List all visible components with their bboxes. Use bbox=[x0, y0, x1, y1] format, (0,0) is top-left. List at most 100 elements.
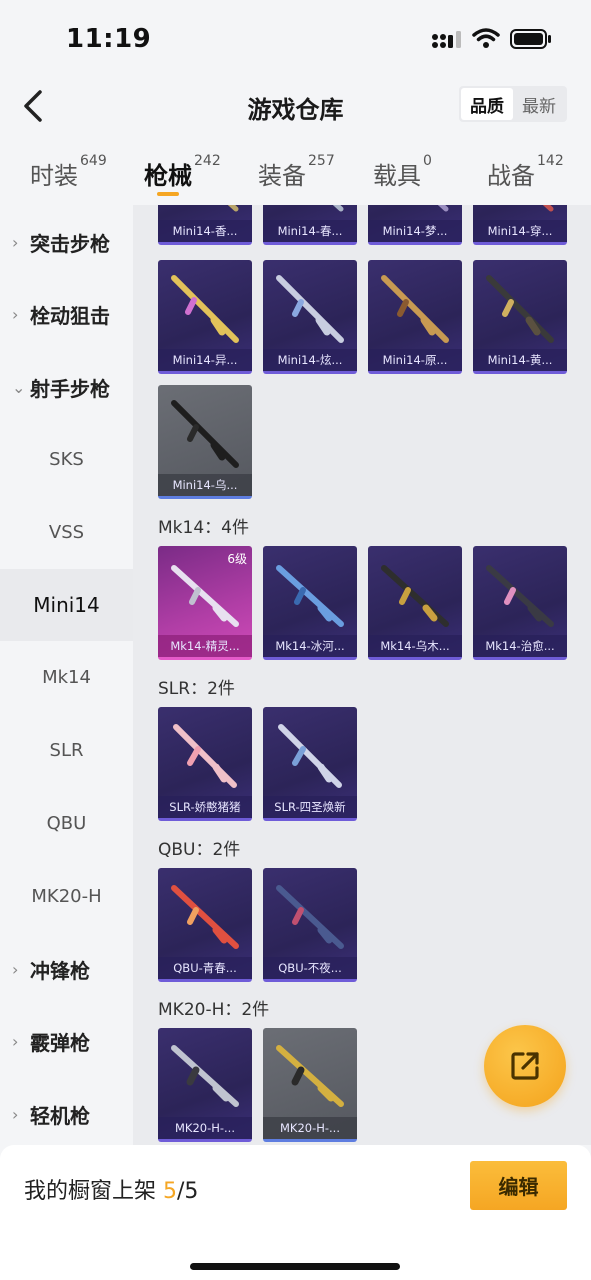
item-name: Mini14-香... bbox=[158, 220, 252, 242]
section-header-slr: SLR：2件 bbox=[158, 679, 235, 699]
tab-label: 装备 bbox=[258, 162, 306, 190]
tab-count: 142 bbox=[537, 153, 564, 169]
sidebar-item-bolt-action[interactable]: › 栓动狙击 bbox=[0, 278, 133, 350]
tab-supplies[interactable]: 战备142 bbox=[487, 153, 564, 191]
bottom-bar: 我的橱窗上架 5/5 编辑 bbox=[0, 1145, 591, 1280]
tab-firearms[interactable]: 枪械242 bbox=[144, 153, 221, 191]
item-card[interactable]: Mini14-梦... bbox=[368, 205, 462, 245]
tab-count: 649 bbox=[80, 153, 107, 169]
sidebar-item-marksman-rifles[interactable]: ⌄ 射手步枪 bbox=[0, 351, 133, 423]
item-name: Mk14-乌木... bbox=[368, 635, 462, 657]
item-name: Mini14-异... bbox=[158, 349, 252, 371]
rifle-icon bbox=[171, 565, 239, 627]
item-name: QBU-青春... bbox=[158, 957, 252, 979]
chevron-right-icon: › bbox=[12, 1104, 19, 1124]
item-card[interactable]: Mini14-春... bbox=[263, 205, 357, 245]
sidebar-item-label: 霰弹枪 bbox=[30, 1030, 90, 1055]
item-name: SLR-娇憨猪猪 bbox=[158, 796, 252, 818]
wifi-icon bbox=[472, 28, 500, 48]
sidebar-item-smg[interactable]: › 冲锋枪 bbox=[0, 933, 133, 1005]
cellular-signal-icon bbox=[432, 31, 461, 48]
tab-count: 242 bbox=[194, 153, 221, 169]
nav-header: 游戏仓库 品质 最新 bbox=[0, 78, 591, 134]
item-card[interactable]: Mini14-香... bbox=[158, 205, 252, 245]
tab-active-indicator bbox=[157, 192, 179, 196]
rifle-icon bbox=[486, 275, 554, 343]
item-name: Mini14-原... bbox=[368, 349, 462, 371]
status-time: 11:19 bbox=[66, 24, 152, 54]
rifle-icon bbox=[276, 565, 344, 627]
rifle-icon bbox=[171, 275, 239, 343]
sidebar-item-label: 栓动狙击 bbox=[30, 303, 110, 328]
item-card[interactable]: QBU-不夜... bbox=[263, 868, 357, 982]
rifle-icon bbox=[278, 724, 342, 788]
item-card[interactable]: Mini14-异... bbox=[158, 260, 252, 374]
sidebar-item-assault-rifles[interactable]: › 突击步枪 bbox=[0, 206, 133, 278]
item-card[interactable]: MK20-H-... bbox=[263, 1028, 357, 1142]
item-card[interactable]: MK20-H-... bbox=[158, 1028, 252, 1142]
item-name: QBU-不夜... bbox=[263, 957, 357, 979]
rifle-icon bbox=[276, 1045, 344, 1107]
chevron-right-icon: › bbox=[12, 1031, 19, 1051]
tab-vehicles[interactable]: 载具0 bbox=[373, 153, 432, 191]
rifle-icon bbox=[437, 205, 449, 212]
item-card[interactable]: Mini14-炫... bbox=[263, 260, 357, 374]
showcase-status: 我的橱窗上架 5/5 bbox=[24, 1173, 198, 1205]
rifle-icon bbox=[276, 885, 344, 949]
item-card[interactable]: 6级 Mk14-精灵... bbox=[158, 546, 252, 660]
sidebar-item-lmg[interactable]: › 轻机枪 bbox=[0, 1078, 133, 1145]
sidebar-item-vss[interactable]: VSS bbox=[0, 496, 133, 568]
tab-count: 257 bbox=[308, 153, 335, 169]
rifle-icon bbox=[173, 724, 237, 788]
sidebar-item-mk14[interactable]: Mk14 bbox=[0, 641, 133, 713]
sidebar-item-label: 射手步枪 bbox=[30, 376, 110, 401]
item-card[interactable]: Mini14-穿... bbox=[473, 205, 567, 245]
chevron-right-icon: › bbox=[12, 232, 19, 252]
sidebar-item-label: 轻机枪 bbox=[30, 1103, 90, 1128]
rifle-icon bbox=[486, 565, 554, 627]
item-card[interactable]: Mk14-乌木... bbox=[368, 546, 462, 660]
item-card[interactable]: QBU-青春... bbox=[158, 868, 252, 982]
sort-newest-button[interactable]: 最新 bbox=[513, 88, 565, 120]
chevron-right-icon: › bbox=[12, 304, 19, 324]
home-indicator bbox=[190, 1263, 400, 1270]
sidebar-item-mini14[interactable]: Mini14 bbox=[0, 569, 133, 641]
tab-label: 战备 bbox=[487, 162, 535, 190]
sidebar-item-mk20h[interactable]: MK20-H bbox=[0, 860, 133, 932]
tab-equipment[interactable]: 装备257 bbox=[258, 153, 335, 191]
status-bar: 11:19 bbox=[0, 0, 591, 78]
rifle-icon bbox=[332, 205, 344, 212]
sidebar-item-shotguns[interactable]: › 霰弹枪 bbox=[0, 1005, 133, 1077]
item-card[interactable]: Mk14-冰河... bbox=[263, 546, 357, 660]
battery-icon bbox=[510, 29, 551, 49]
tab-label: 时装 bbox=[30, 162, 78, 190]
section-header-qbu: QBU：2件 bbox=[158, 840, 241, 860]
item-card[interactable]: SLR-四圣焕新 bbox=[263, 707, 357, 821]
tab-fashion[interactable]: 时装649 bbox=[30, 153, 107, 191]
tab-count: 0 bbox=[423, 153, 432, 169]
chevron-down-icon: ⌄ bbox=[12, 377, 26, 397]
sidebar-item-slr[interactable]: SLR bbox=[0, 714, 133, 786]
item-name: Mk14-冰河... bbox=[263, 635, 357, 657]
item-name: Mini14-乌... bbox=[158, 474, 252, 496]
item-grid: Mini14-香... Mini14-春... Mini14-梦... Mini… bbox=[133, 205, 591, 1145]
sidebar: › 突击步枪 › 栓动狙击 ⌄ 射手步枪 SKS VSS Mini14 Mk14 SL… bbox=[0, 205, 133, 1145]
rifle-icon bbox=[381, 565, 449, 627]
sidebar-item-qbu[interactable]: QBU bbox=[0, 787, 133, 859]
rifle-icon bbox=[227, 205, 239, 212]
item-card[interactable]: Mini14-原... bbox=[368, 260, 462, 374]
item-card[interactable]: Mini14-黄... bbox=[473, 260, 567, 374]
item-name: Mini14-穿... bbox=[473, 220, 567, 242]
sidebar-item-sks[interactable]: SKS bbox=[0, 423, 133, 495]
item-card[interactable]: SLR-娇憨猪猪 bbox=[158, 707, 252, 821]
item-card[interactable]: Mini14-乌... bbox=[158, 385, 252, 499]
share-fab-button[interactable] bbox=[484, 1025, 566, 1107]
showcase-current: 5 bbox=[163, 1179, 177, 1204]
rifle-icon bbox=[542, 205, 554, 212]
tab-label: 枪械 bbox=[144, 162, 192, 190]
item-name: MK20-H-... bbox=[263, 1117, 357, 1139]
showcase-total: /5 bbox=[177, 1179, 199, 1204]
item-card[interactable]: Mk14-治愈... bbox=[473, 546, 567, 660]
sort-quality-button[interactable]: 品质 bbox=[461, 88, 513, 120]
edit-button[interactable]: 编辑 bbox=[470, 1161, 567, 1210]
